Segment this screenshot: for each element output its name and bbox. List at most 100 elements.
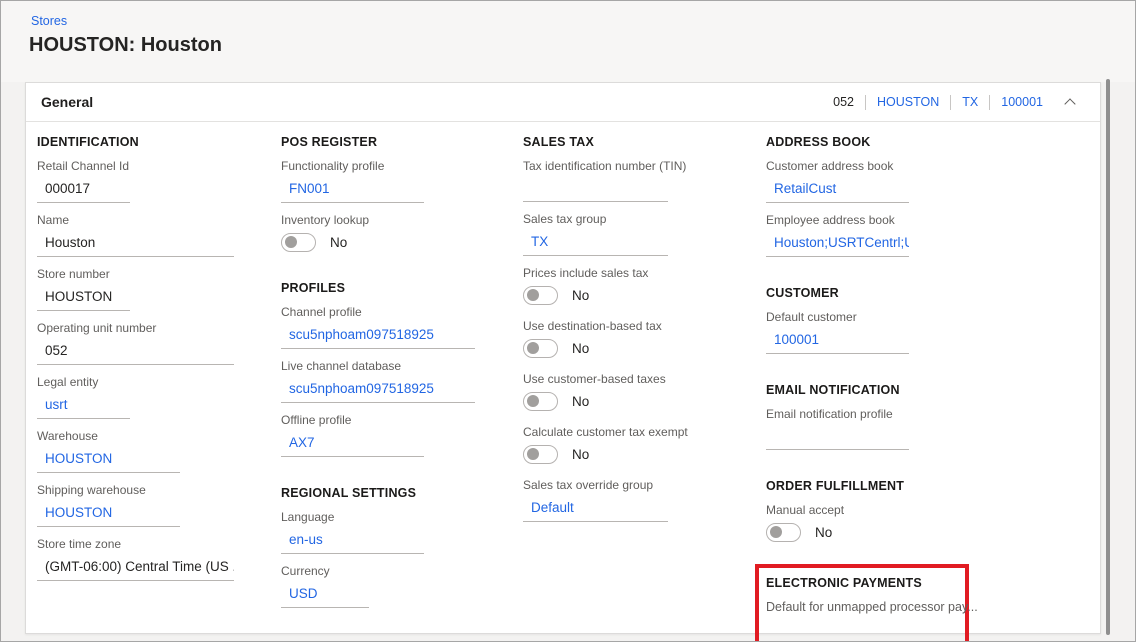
- field-use-destination-based-tax: Use destination-based tax No: [523, 319, 749, 358]
- summary-store-number-link[interactable]: HOUSTON: [877, 95, 939, 109]
- field-warehouse: Warehouse HOUSTON: [37, 429, 263, 473]
- field-label: Sales tax override group: [523, 478, 654, 492]
- group-sales-tax: SALES TAX Tax identification number (TIN…: [523, 135, 749, 522]
- vertical-scrollbar[interactable]: [1106, 79, 1110, 635]
- general-section-card: General 052 HOUSTON TX 100001 IDENTIFICA…: [25, 82, 1101, 641]
- toggle-state-label: No: [330, 234, 348, 250]
- electronic-payments-highlight-box: ELECTRONIC PAYMENTS Default for unmapped…: [755, 564, 978, 641]
- field-default-customer: Default customer 100001: [766, 310, 992, 354]
- field-legal-entity: Legal entity usrt: [37, 375, 263, 419]
- group-identification: IDENTIFICATION Retail Channel Id 000017 …: [37, 135, 263, 581]
- tax-identification-number-input[interactable]: [523, 178, 668, 202]
- field-label: Employee address book: [766, 213, 895, 227]
- field-store-time-zone: Store time zone (GMT-06:00) Central Time…: [37, 537, 263, 581]
- group-customer: CUSTOMER Default customer 100001: [766, 286, 992, 354]
- group-address-book: ADDRESS BOOK Customer address book Retai…: [766, 135, 992, 257]
- field-customer-address-book: Customer address book RetailCust: [766, 159, 992, 203]
- legal-entity-link[interactable]: usrt: [37, 394, 130, 419]
- field-inventory-lookup: Inventory lookup No: [281, 213, 507, 252]
- operating-unit-number-input[interactable]: 052: [37, 340, 234, 365]
- general-section-title: General: [41, 94, 94, 110]
- currency-link[interactable]: USD: [281, 583, 369, 608]
- field-label: Store time zone: [37, 537, 122, 551]
- collapse-section-button[interactable]: [1060, 91, 1082, 113]
- sales-tax-override-group-link[interactable]: Default: [523, 497, 668, 522]
- field-label: Tax identification number (TIN): [523, 159, 687, 173]
- field-channel-profile: Channel profile scu5nphoam097518925: [281, 305, 507, 349]
- top-bar: Stores HOUSTON: Houston: [1, 1, 1135, 82]
- group-electronic-payments: ELECTRONIC PAYMENTS Default for unmapped…: [766, 576, 978, 641]
- default-unmapped-processor-payment-input[interactable]: [766, 620, 909, 641]
- inventory-lookup-toggle[interactable]: [281, 232, 316, 252]
- prices-include-sales-tax-toggle[interactable]: [523, 285, 558, 305]
- field-label: Email notification profile: [766, 407, 893, 421]
- retail-channel-id-input[interactable]: 000017: [37, 178, 130, 203]
- manual-accept-toggle[interactable]: [766, 522, 801, 542]
- field-label: Manual accept: [766, 503, 845, 517]
- column-address-customer-orders: ADDRESS BOOK Customer address book Retai…: [755, 135, 992, 641]
- name-input[interactable]: Houston: [37, 232, 234, 257]
- field-use-customer-based-taxes: Use customer-based taxes No: [523, 372, 749, 411]
- use-customer-based-taxes-toggle[interactable]: [523, 391, 558, 411]
- field-label: Inventory lookup: [281, 213, 370, 227]
- group-title: POS REGISTER: [281, 135, 378, 149]
- group-title: ELECTRONIC PAYMENTS: [766, 576, 922, 590]
- language-link[interactable]: en-us: [281, 529, 424, 554]
- group-pos-register: POS REGISTER Functionality profile FN001…: [281, 135, 507, 252]
- field-label: Offline profile: [281, 413, 352, 427]
- group-title: PROFILES: [281, 281, 346, 295]
- chevron-up-icon: [1064, 98, 1076, 110]
- offline-profile-link[interactable]: AX7: [281, 432, 424, 457]
- customer-address-book-link[interactable]: RetailCust: [766, 178, 909, 203]
- field-label: Shipping warehouse: [37, 483, 146, 497]
- field-functionality-profile: Functionality profile FN001: [281, 159, 507, 203]
- field-label: Calculate customer tax exempt: [523, 425, 688, 439]
- group-title: IDENTIFICATION: [37, 135, 139, 149]
- field-shipping-warehouse: Shipping warehouse HOUSTON: [37, 483, 263, 527]
- calculate-customer-tax-exempt-toggle[interactable]: [523, 444, 558, 464]
- group-title: SALES TAX: [523, 135, 595, 149]
- field-calculate-customer-tax-exempt: Calculate customer tax exempt No: [523, 425, 749, 464]
- field-tax-identification-number: Tax identification number (TIN): [523, 159, 749, 202]
- warehouse-link[interactable]: HOUSTON: [37, 448, 180, 473]
- group-title: CUSTOMER: [766, 286, 839, 300]
- store-number-input[interactable]: HOUSTON: [37, 286, 130, 311]
- toggle-state-label: No: [815, 524, 833, 540]
- channel-profile-link[interactable]: scu5nphoam097518925: [281, 324, 475, 349]
- general-section-header[interactable]: General 052 HOUSTON TX 100001: [26, 83, 1100, 122]
- live-channel-database-link[interactable]: scu5nphoam097518925: [281, 378, 475, 403]
- sales-tax-group-link[interactable]: TX: [523, 231, 668, 256]
- general-summary: 052 HOUSTON TX 100001: [833, 91, 1082, 113]
- field-email-notification-profile: Email notification profile: [766, 407, 992, 450]
- app-window: Stores HOUSTON: Houston General 052 HOUS…: [0, 0, 1136, 642]
- toggle-state-label: No: [572, 393, 590, 409]
- email-notification-profile-input[interactable]: [766, 426, 909, 450]
- summary-separator: [989, 94, 991, 110]
- summary-sales-tax-group-link[interactable]: TX: [962, 95, 978, 109]
- breadcrumb-stores-link[interactable]: Stores: [31, 14, 67, 28]
- summary-default-customer-link[interactable]: 100001: [1001, 95, 1043, 109]
- group-profiles: PROFILES Channel profile scu5nphoam09751…: [281, 281, 507, 457]
- toggle-knob: [527, 342, 539, 354]
- field-operating-unit-number: Operating unit number 052: [37, 321, 263, 365]
- use-destination-based-tax-toggle[interactable]: [523, 338, 558, 358]
- field-label: Language: [281, 510, 335, 524]
- column-pos-profiles-regional: POS REGISTER Functionality profile FN001…: [281, 135, 507, 618]
- shipping-warehouse-link[interactable]: HOUSTON: [37, 502, 180, 527]
- toggle-state-label: No: [572, 340, 590, 356]
- store-time-zone-input[interactable]: (GMT-06:00) Central Time (US ...: [37, 556, 234, 581]
- field-label: Name: [37, 213, 70, 227]
- default-customer-link[interactable]: 100001: [766, 329, 909, 354]
- group-title: ADDRESS BOOK: [766, 135, 871, 149]
- group-regional-settings: REGIONAL SETTINGS Language en-us Currenc…: [281, 486, 507, 608]
- toggle-knob: [527, 289, 539, 301]
- functionality-profile-link[interactable]: FN001: [281, 178, 424, 203]
- employee-address-book-link[interactable]: Houston;USRTCentrl;U...: [766, 232, 909, 257]
- field-label: Functionality profile: [281, 159, 385, 173]
- field-offline-profile: Offline profile AX7: [281, 413, 507, 457]
- field-manual-accept: Manual accept No: [766, 503, 992, 542]
- field-prices-include-sales-tax: Prices include sales tax No: [523, 266, 749, 305]
- field-live-channel-database: Live channel database scu5nphoam09751892…: [281, 359, 507, 403]
- column-identification: IDENTIFICATION Retail Channel Id 000017 …: [37, 135, 263, 591]
- toggle-state-label: No: [572, 446, 590, 462]
